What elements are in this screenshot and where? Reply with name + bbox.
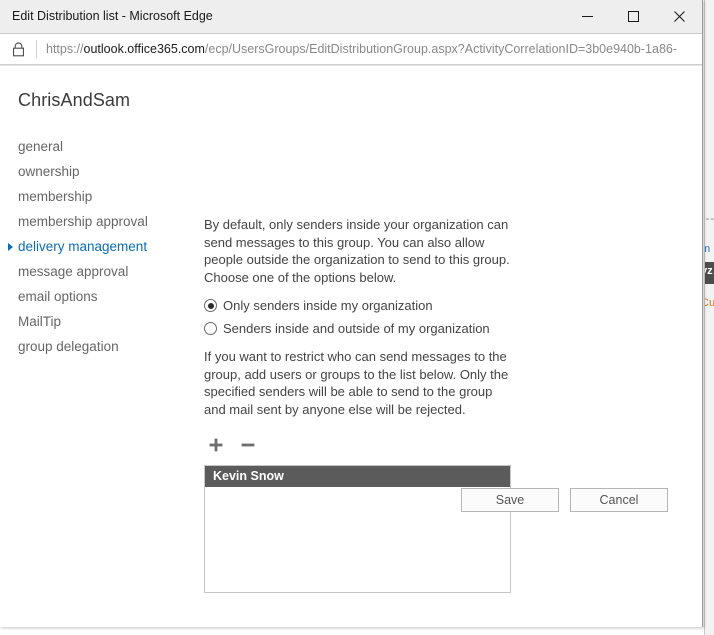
background-fragment-b: m [705,243,710,255]
sidebar-item-email-options[interactable]: email options [0,284,190,309]
address-bar[interactable]: https://outlook.office365.com/ecp/UsersG… [0,33,702,65]
sidebar-item-label: message approval [18,264,129,279]
sender-list-box[interactable]: Kevin Snow [204,465,511,593]
intro-paragraph: By default, only senders inside your org… [204,217,510,285]
radio-inside-and-outside-organization[interactable]: Senders inside and outside of my organiz… [204,317,516,340]
sidebar-nav: general ownership membership membership … [0,134,190,359]
active-marker-icon [8,243,13,251]
sidebar-item-delivery-management[interactable]: delivery management [0,234,190,259]
url-text[interactable]: https://outlook.office365.com/ecp/UsersG… [37,34,702,64]
radio-only-inside-organization[interactable]: Only senders inside my organization [204,294,516,317]
radio-label: Only senders inside my organization [223,297,433,313]
plus-icon [209,438,223,452]
sidebar-item-label: delivery management [18,239,148,254]
page-body: ChrisAndSam general ownership membership… [0,66,702,627]
page-title: ChrisAndSam [18,90,131,110]
background-fragment-c: yz [705,265,713,277]
radio-mark-icon [204,299,217,312]
sidebar-item-label: membership approval [18,214,148,229]
lock-icon [0,41,36,57]
list-item[interactable]: Kevin Snow [205,466,510,487]
sender-list-toolbar [204,432,516,458]
background-page-strip: --- m yz Cu l [704,0,714,635]
maximize-button[interactable] [610,0,656,32]
save-button[interactable]: Save [461,488,559,512]
sidebar-item-label: email options [18,289,98,304]
sidebar-item-group-delegation[interactable]: group delegation [0,334,190,359]
sidebar-item-ownership[interactable]: ownership [0,159,190,184]
edge-browser-window: Edit Distribution list - Microsoft Edge [0,0,703,627]
title-bar: Edit Distribution list - Microsoft Edge [0,0,702,33]
add-sender-button[interactable] [204,433,228,457]
url-scheme: https:// [46,42,84,56]
close-button[interactable] [656,0,702,32]
sidebar-item-label: group delegation [18,339,119,354]
minus-icon [241,443,255,447]
restrict-paragraph: If you want to restrict who can send mes… [204,349,509,417]
sender-scope-radio-group: Only senders inside my organization Send… [204,294,516,340]
sidebar-item-membership-approval[interactable]: membership approval [0,209,190,234]
cancel-button[interactable]: Cancel [570,488,668,512]
sidebar-item-message-approval[interactable]: message approval [0,259,190,284]
sidebar-item-mailtip[interactable]: MailTip [0,309,190,334]
radio-mark-icon [204,322,217,335]
sidebar-item-label: membership [18,189,93,204]
main-content-panel: By default, only senders inside your org… [204,216,516,593]
sidebar-item-label: general [18,139,64,154]
sidebar-item-label: MailTip [18,314,62,329]
radio-label: Senders inside and outside of my organiz… [223,320,490,336]
sidebar-item-membership[interactable]: membership [0,184,190,209]
window-title: Edit Distribution list - Microsoft Edge [12,9,213,23]
url-host: outlook.office365.com [83,42,205,56]
remove-sender-button[interactable] [236,433,260,457]
url-path: /ecp/UsersGroups/EditDistributionGroup.a… [204,42,678,56]
minimize-button[interactable] [564,0,610,32]
footer-button-row: Save Cancel [461,488,668,512]
sidebar-item-label: ownership [18,164,80,179]
background-fragment-d: Cu [705,297,714,309]
sidebar-item-general[interactable]: general [0,134,190,159]
background-fragment-a: --- [705,213,714,225]
